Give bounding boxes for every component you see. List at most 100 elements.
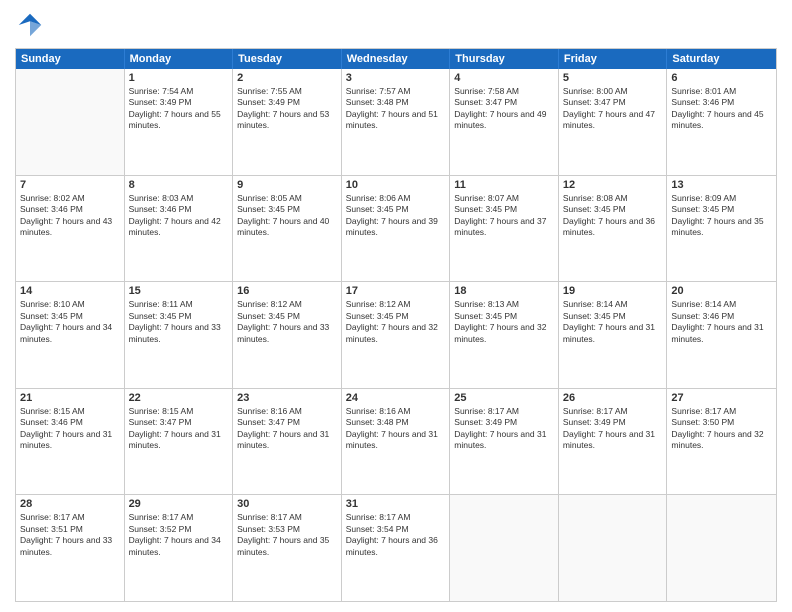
calendar-cell-w2d7: 13 Sunrise: 8:09 AM Sunset: 3:45 PM Dayl… xyxy=(667,176,776,282)
calendar-cell-w3d5: 18 Sunrise: 8:13 AM Sunset: 3:45 PM Dayl… xyxy=(450,282,559,388)
daylight-text: Daylight: 7 hours and 31 minutes. xyxy=(671,322,772,345)
sunrise-text: Sunrise: 8:14 AM xyxy=(563,299,663,310)
daylight-text: Daylight: 7 hours and 32 minutes. xyxy=(346,322,446,345)
day-number: 20 xyxy=(671,285,772,297)
cell-info: Sunrise: 8:14 AM Sunset: 3:46 PM Dayligh… xyxy=(671,299,772,345)
sunrise-text: Sunrise: 8:17 AM xyxy=(454,406,554,417)
cell-info: Sunrise: 8:03 AM Sunset: 3:46 PM Dayligh… xyxy=(129,193,229,239)
sunrise-text: Sunrise: 8:08 AM xyxy=(563,193,663,204)
daylight-text: Daylight: 7 hours and 43 minutes. xyxy=(20,216,120,239)
sunrise-text: Sunrise: 8:12 AM xyxy=(346,299,446,310)
cell-info: Sunrise: 8:09 AM Sunset: 3:45 PM Dayligh… xyxy=(671,193,772,239)
daylight-text: Daylight: 7 hours and 55 minutes. xyxy=(129,109,229,132)
cell-info: Sunrise: 8:10 AM Sunset: 3:45 PM Dayligh… xyxy=(20,299,120,345)
day-number: 27 xyxy=(671,392,772,404)
day-number: 15 xyxy=(129,285,229,297)
day-number: 16 xyxy=(237,285,337,297)
sunset-text: Sunset: 3:45 PM xyxy=(346,311,446,322)
sunrise-text: Sunrise: 7:58 AM xyxy=(454,86,554,97)
calendar-cell-w2d4: 10 Sunrise: 8:06 AM Sunset: 3:45 PM Dayl… xyxy=(342,176,451,282)
sunrise-text: Sunrise: 8:02 AM xyxy=(20,193,120,204)
cell-info: Sunrise: 8:08 AM Sunset: 3:45 PM Dayligh… xyxy=(563,193,663,239)
sunrise-text: Sunrise: 7:54 AM xyxy=(129,86,229,97)
cell-info: Sunrise: 8:17 AM Sunset: 3:52 PM Dayligh… xyxy=(129,512,229,558)
daylight-text: Daylight: 7 hours and 31 minutes. xyxy=(237,429,337,452)
sunset-text: Sunset: 3:47 PM xyxy=(237,417,337,428)
daylight-text: Daylight: 7 hours and 42 minutes. xyxy=(129,216,229,239)
sunset-text: Sunset: 3:49 PM xyxy=(454,417,554,428)
daylight-text: Daylight: 7 hours and 32 minutes. xyxy=(671,429,772,452)
cell-info: Sunrise: 7:58 AM Sunset: 3:47 PM Dayligh… xyxy=(454,86,554,132)
cell-info: Sunrise: 8:17 AM Sunset: 3:51 PM Dayligh… xyxy=(20,512,120,558)
header-sunday: Sunday xyxy=(16,49,125,69)
calendar-cell-w2d6: 12 Sunrise: 8:08 AM Sunset: 3:45 PM Dayl… xyxy=(559,176,668,282)
day-number: 17 xyxy=(346,285,446,297)
sunrise-text: Sunrise: 8:17 AM xyxy=(129,512,229,523)
sunset-text: Sunset: 3:45 PM xyxy=(563,204,663,215)
sunset-text: Sunset: 3:45 PM xyxy=(237,204,337,215)
cell-info: Sunrise: 8:17 AM Sunset: 3:53 PM Dayligh… xyxy=(237,512,337,558)
daylight-text: Daylight: 7 hours and 53 minutes. xyxy=(237,109,337,132)
calendar-week-2: 7 Sunrise: 8:02 AM Sunset: 3:46 PM Dayli… xyxy=(16,176,776,283)
calendar-body: 1 Sunrise: 7:54 AM Sunset: 3:49 PM Dayli… xyxy=(16,69,776,601)
calendar-cell-w5d7 xyxy=(667,495,776,601)
sunrise-text: Sunrise: 8:15 AM xyxy=(20,406,120,417)
sunset-text: Sunset: 3:45 PM xyxy=(346,204,446,215)
daylight-text: Daylight: 7 hours and 35 minutes. xyxy=(237,535,337,558)
day-number: 4 xyxy=(454,72,554,84)
daylight-text: Daylight: 7 hours and 36 minutes. xyxy=(563,216,663,239)
daylight-text: Daylight: 7 hours and 31 minutes. xyxy=(129,429,229,452)
daylight-text: Daylight: 7 hours and 31 minutes. xyxy=(563,429,663,452)
sunset-text: Sunset: 3:47 PM xyxy=(129,417,229,428)
sunrise-text: Sunrise: 8:16 AM xyxy=(346,406,446,417)
cell-info: Sunrise: 8:05 AM Sunset: 3:45 PM Dayligh… xyxy=(237,193,337,239)
daylight-text: Daylight: 7 hours and 31 minutes. xyxy=(563,322,663,345)
day-number: 5 xyxy=(563,72,663,84)
day-number: 2 xyxy=(237,72,337,84)
sunset-text: Sunset: 3:46 PM xyxy=(20,204,120,215)
sunrise-text: Sunrise: 8:00 AM xyxy=(563,86,663,97)
sunset-text: Sunset: 3:52 PM xyxy=(129,524,229,535)
calendar-cell-w1d2: 1 Sunrise: 7:54 AM Sunset: 3:49 PM Dayli… xyxy=(125,69,234,175)
daylight-text: Daylight: 7 hours and 36 minutes. xyxy=(346,535,446,558)
cell-info: Sunrise: 8:17 AM Sunset: 3:50 PM Dayligh… xyxy=(671,406,772,452)
sunset-text: Sunset: 3:47 PM xyxy=(563,97,663,108)
sunset-text: Sunset: 3:48 PM xyxy=(346,417,446,428)
calendar-cell-w3d6: 19 Sunrise: 8:14 AM Sunset: 3:45 PM Dayl… xyxy=(559,282,668,388)
sunrise-text: Sunrise: 8:13 AM xyxy=(454,299,554,310)
daylight-text: Daylight: 7 hours and 33 minutes. xyxy=(20,535,120,558)
calendar-cell-w2d3: 9 Sunrise: 8:05 AM Sunset: 3:45 PM Dayli… xyxy=(233,176,342,282)
calendar-cell-w4d4: 24 Sunrise: 8:16 AM Sunset: 3:48 PM Dayl… xyxy=(342,389,451,495)
daylight-text: Daylight: 7 hours and 31 minutes. xyxy=(346,429,446,452)
cell-info: Sunrise: 8:12 AM Sunset: 3:45 PM Dayligh… xyxy=(237,299,337,345)
cell-info: Sunrise: 8:17 AM Sunset: 3:49 PM Dayligh… xyxy=(454,406,554,452)
sunrise-text: Sunrise: 8:07 AM xyxy=(454,193,554,204)
header xyxy=(15,10,777,40)
sunset-text: Sunset: 3:48 PM xyxy=(346,97,446,108)
sunset-text: Sunset: 3:45 PM xyxy=(671,204,772,215)
day-number: 8 xyxy=(129,179,229,191)
day-number: 18 xyxy=(454,285,554,297)
sunrise-text: Sunrise: 8:06 AM xyxy=(346,193,446,204)
day-number: 1 xyxy=(129,72,229,84)
calendar-week-3: 14 Sunrise: 8:10 AM Sunset: 3:45 PM Dayl… xyxy=(16,282,776,389)
sunset-text: Sunset: 3:45 PM xyxy=(563,311,663,322)
sunset-text: Sunset: 3:45 PM xyxy=(129,311,229,322)
day-number: 30 xyxy=(237,498,337,510)
cell-info: Sunrise: 8:00 AM Sunset: 3:47 PM Dayligh… xyxy=(563,86,663,132)
day-number: 11 xyxy=(454,179,554,191)
calendar-cell-w5d1: 28 Sunrise: 8:17 AM Sunset: 3:51 PM Dayl… xyxy=(16,495,125,601)
day-number: 28 xyxy=(20,498,120,510)
calendar-cell-w1d4: 3 Sunrise: 7:57 AM Sunset: 3:48 PM Dayli… xyxy=(342,69,451,175)
day-number: 12 xyxy=(563,179,663,191)
cell-info: Sunrise: 8:17 AM Sunset: 3:49 PM Dayligh… xyxy=(563,406,663,452)
calendar-cell-w3d1: 14 Sunrise: 8:10 AM Sunset: 3:45 PM Dayl… xyxy=(16,282,125,388)
sunrise-text: Sunrise: 8:17 AM xyxy=(237,512,337,523)
sunrise-text: Sunrise: 8:09 AM xyxy=(671,193,772,204)
cell-info: Sunrise: 8:17 AM Sunset: 3:54 PM Dayligh… xyxy=(346,512,446,558)
calendar-cell-w1d6: 5 Sunrise: 8:00 AM Sunset: 3:47 PM Dayli… xyxy=(559,69,668,175)
sunrise-text: Sunrise: 8:11 AM xyxy=(129,299,229,310)
sunset-text: Sunset: 3:46 PM xyxy=(671,97,772,108)
calendar-cell-w2d2: 8 Sunrise: 8:03 AM Sunset: 3:46 PM Dayli… xyxy=(125,176,234,282)
sunset-text: Sunset: 3:49 PM xyxy=(129,97,229,108)
